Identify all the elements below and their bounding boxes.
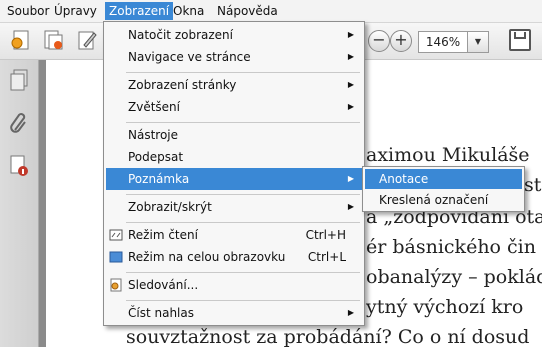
menu-item-label: Natočit zobrazení xyxy=(128,28,233,42)
menu-item-reading-mode[interactable]: Režim čtení Ctrl+H xyxy=(106,224,362,246)
menu-item-read-aloud[interactable]: Číst nahlas ▶ xyxy=(106,302,362,324)
menu-separator xyxy=(126,122,360,123)
menu-item-label: Poznámka xyxy=(128,172,190,186)
submenu-item-drawing-markups[interactable]: Kreslená označení xyxy=(365,190,522,210)
menu-separator xyxy=(126,300,360,301)
shortcut-label: Ctrl+L xyxy=(307,250,346,264)
menu-separator xyxy=(126,194,360,195)
submenu-item-label: Anotace xyxy=(379,172,429,186)
fullscreen-icon xyxy=(109,251,123,263)
comment-submenu: Anotace Kreslená označení xyxy=(362,166,525,212)
menu-item-label: Číst nahlas xyxy=(128,306,194,320)
menu-item-label: Zvětšení xyxy=(128,100,180,114)
menu-okna[interactable]: Okna xyxy=(169,2,208,20)
menu-bar: Soubor Úpravy Zobrazení Okna Nápověda xyxy=(0,0,542,23)
navigation-panel xyxy=(0,60,39,347)
menu-item-comment[interactable]: Poznámka ▶ xyxy=(106,168,362,190)
menu-item-page-display[interactable]: Zobrazení stránky ▶ xyxy=(106,74,362,96)
view-menu: Natočit zobrazení ▶ Navigace ve stránce … xyxy=(103,21,365,326)
menu-item-label: Režim na celou obrazovku xyxy=(128,250,286,264)
menu-item-label: Sledování... xyxy=(128,278,199,292)
submenu-arrow-icon: ▶ xyxy=(347,102,354,111)
menu-separator xyxy=(126,222,360,223)
menu-item-fullscreen[interactable]: Režim na celou obrazovku Ctrl+L xyxy=(106,246,362,268)
menu-separator xyxy=(126,72,360,73)
submenu-arrow-icon: ▶ xyxy=(347,174,354,183)
menu-soubor[interactable]: Soubor xyxy=(3,2,53,20)
menu-item-label: Zobrazit/skrýt xyxy=(128,200,212,214)
pages-icon[interactable] xyxy=(8,68,30,92)
reading-mode-icon xyxy=(109,229,123,241)
shortcut-label: Ctrl+H xyxy=(305,228,346,242)
zoom-in-icon[interactable]: + xyxy=(390,30,412,52)
menu-item-label: Zobrazení stránky xyxy=(128,78,237,92)
submenu-arrow-icon: ▶ xyxy=(347,80,354,89)
menu-item-label: Nástroje xyxy=(128,128,179,142)
doc-text-line: ytný výchozí kro xyxy=(366,296,524,318)
zoom-out-icon[interactable]: − xyxy=(368,30,390,52)
submenu-item-annotations[interactable]: Anotace xyxy=(365,169,522,189)
menu-item-rotate-view[interactable]: Natočit zobrazení ▶ xyxy=(106,24,362,46)
submenu-arrow-icon: ▶ xyxy=(347,30,354,39)
submenu-arrow-icon: ▶ xyxy=(347,52,354,61)
edit-icon[interactable] xyxy=(76,29,98,51)
menu-item-tools[interactable]: Nástroje xyxy=(106,124,362,146)
menu-upravy[interactable]: Úpravy xyxy=(50,2,101,20)
menu-item-label: Režim čtení xyxy=(128,228,198,242)
menu-item-zoom[interactable]: Zvětšení ▶ xyxy=(106,96,362,118)
menu-item-sign[interactable]: Podepsat xyxy=(106,146,362,168)
menu-item-tracking[interactable]: Sledování... xyxy=(106,274,362,296)
menu-item-show-hide[interactable]: Zobrazit/skrýt ▶ xyxy=(106,196,362,218)
submenu-arrow-icon: ▶ xyxy=(347,308,354,317)
submenu-item-label: Kreslená označení xyxy=(379,193,489,207)
menu-separator xyxy=(126,272,360,273)
menu-item-page-navigation[interactable]: Navigace ve stránce ▶ xyxy=(106,46,362,68)
doc-text-line: souvztažnost za probádání? Co o ní dosud xyxy=(126,326,530,348)
menu-item-label: Navigace ve stránce xyxy=(128,50,251,64)
attachment-icon[interactable] xyxy=(8,112,30,136)
doc-text-line: aximou Mikuláše xyxy=(366,144,530,166)
combine-icon[interactable] xyxy=(42,29,64,51)
menu-zobrazeni[interactable]: Zobrazení xyxy=(105,2,174,20)
tracking-icon xyxy=(110,278,122,292)
menu-napoveda[interactable]: Nápověda xyxy=(213,2,282,20)
doc-text-line: obanalýzy – poklád xyxy=(366,266,542,288)
zoom-level-input[interactable]: 146% xyxy=(418,31,468,53)
doc-text-line: ér básnického čin xyxy=(366,236,536,258)
create-pdf-icon[interactable] xyxy=(10,29,32,51)
submenu-arrow-icon: ▶ xyxy=(347,202,354,211)
save-icon[interactable] xyxy=(509,29,531,51)
zoom-dropdown-icon[interactable]: ▼ xyxy=(467,31,489,53)
document-info-icon[interactable] xyxy=(8,154,30,178)
doc-text-line: st xyxy=(524,174,542,196)
menu-item-label: Podepsat xyxy=(128,150,184,164)
